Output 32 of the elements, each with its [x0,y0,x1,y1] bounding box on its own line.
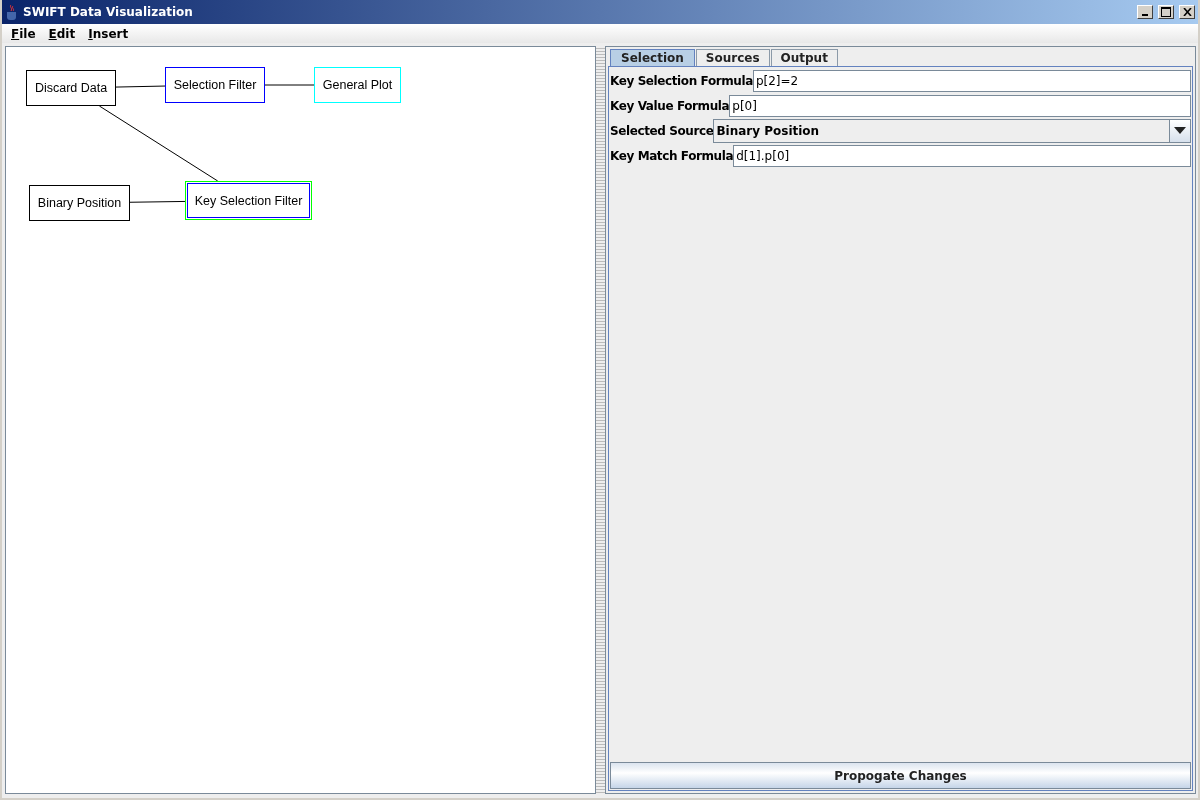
propagate-button[interactable]: Propogate Changes [610,762,1191,789]
diagram-node[interactable]: General Plot [314,67,401,103]
close-button[interactable] [1179,5,1195,19]
input-field[interactable]: p[2]=2 [752,69,1191,92]
diagram-node[interactable]: Discard Data [26,70,116,106]
diagram-node[interactable]: Binary Position [29,185,130,221]
dropdown-arrow-icon [1174,127,1186,134]
field-label: Key Match Formula [610,148,734,163]
tab[interactable]: Sources [695,49,770,66]
close-icon [1182,8,1192,16]
source-dropdown[interactable]: Binary Position [713,118,1191,143]
connector-line [129,200,186,203]
tab[interactable]: Selection [610,49,695,66]
input-field[interactable]: p[0] [729,94,1191,117]
input-field[interactable]: d[1].p[0] [733,144,1191,167]
window-title: SWIFT Data Visualization [23,5,194,19]
maximize-icon [1161,7,1171,17]
field-label: Key Value Formula [610,98,730,113]
menu-item[interactable]: File [4,26,42,41]
field-label: Key Selection Formula [610,73,753,88]
field-label: Selected Source [610,123,714,138]
minimize-button[interactable] [1137,5,1153,19]
connector-line [115,85,166,88]
diagram-node[interactable]: Selection Filter [165,67,265,103]
diagram-node[interactable]: Key Selection Filter [185,181,312,220]
tab[interactable]: Output [770,49,838,66]
menu-item[interactable]: Insert [81,26,135,41]
connector-line [264,84,315,86]
java-cup-icon [5,4,19,20]
menu-item[interactable]: Edit [41,26,82,41]
maximize-button[interactable] [1158,5,1174,19]
splitter-handle[interactable] [596,46,605,794]
